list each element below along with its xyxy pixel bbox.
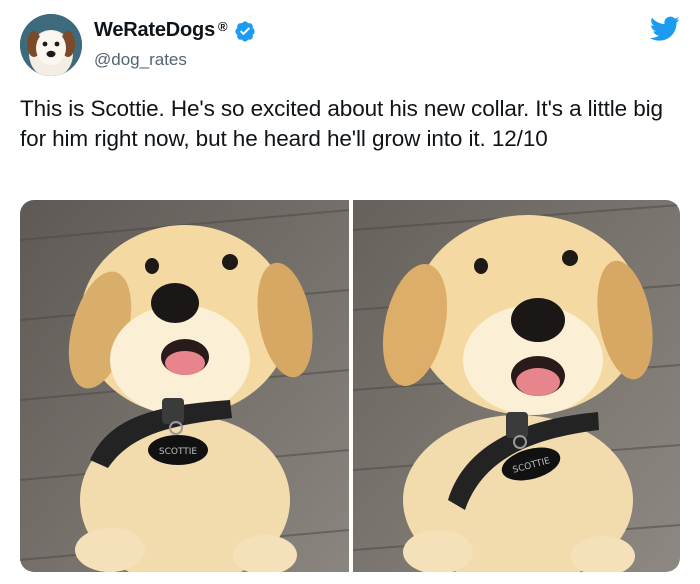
tweet-text: This is Scottie. He's so excited about h…	[20, 96, 663, 151]
photo-2[interactable]: SCOTTIE	[353, 200, 680, 572]
account-name-row[interactable]: WeRateDogs ®	[94, 19, 256, 42]
collar-tag-text: SCOTTIE	[159, 447, 198, 457]
media-grid[interactable]: SCOTTIE SCOTTIE	[20, 200, 680, 572]
tweet-card: WeRateDogs ® @dog_rates This is Scottie.…	[0, 0, 700, 584]
dog-avatar-icon	[20, 14, 82, 76]
photo-1[interactable]: SCOTTIE	[20, 200, 349, 572]
registered-mark: ®	[218, 19, 228, 34]
account-handle[interactable]: @dog_rates	[94, 50, 187, 70]
display-name[interactable]: WeRateDogs	[94, 19, 215, 42]
puppy-photo: SCOTTIE	[353, 200, 680, 572]
verified-badge-icon	[234, 20, 255, 42]
twitter-bird-icon[interactable]	[650, 16, 680, 42]
avatar[interactable]	[20, 14, 82, 76]
puppy-photo: SCOTTIE	[20, 200, 349, 572]
